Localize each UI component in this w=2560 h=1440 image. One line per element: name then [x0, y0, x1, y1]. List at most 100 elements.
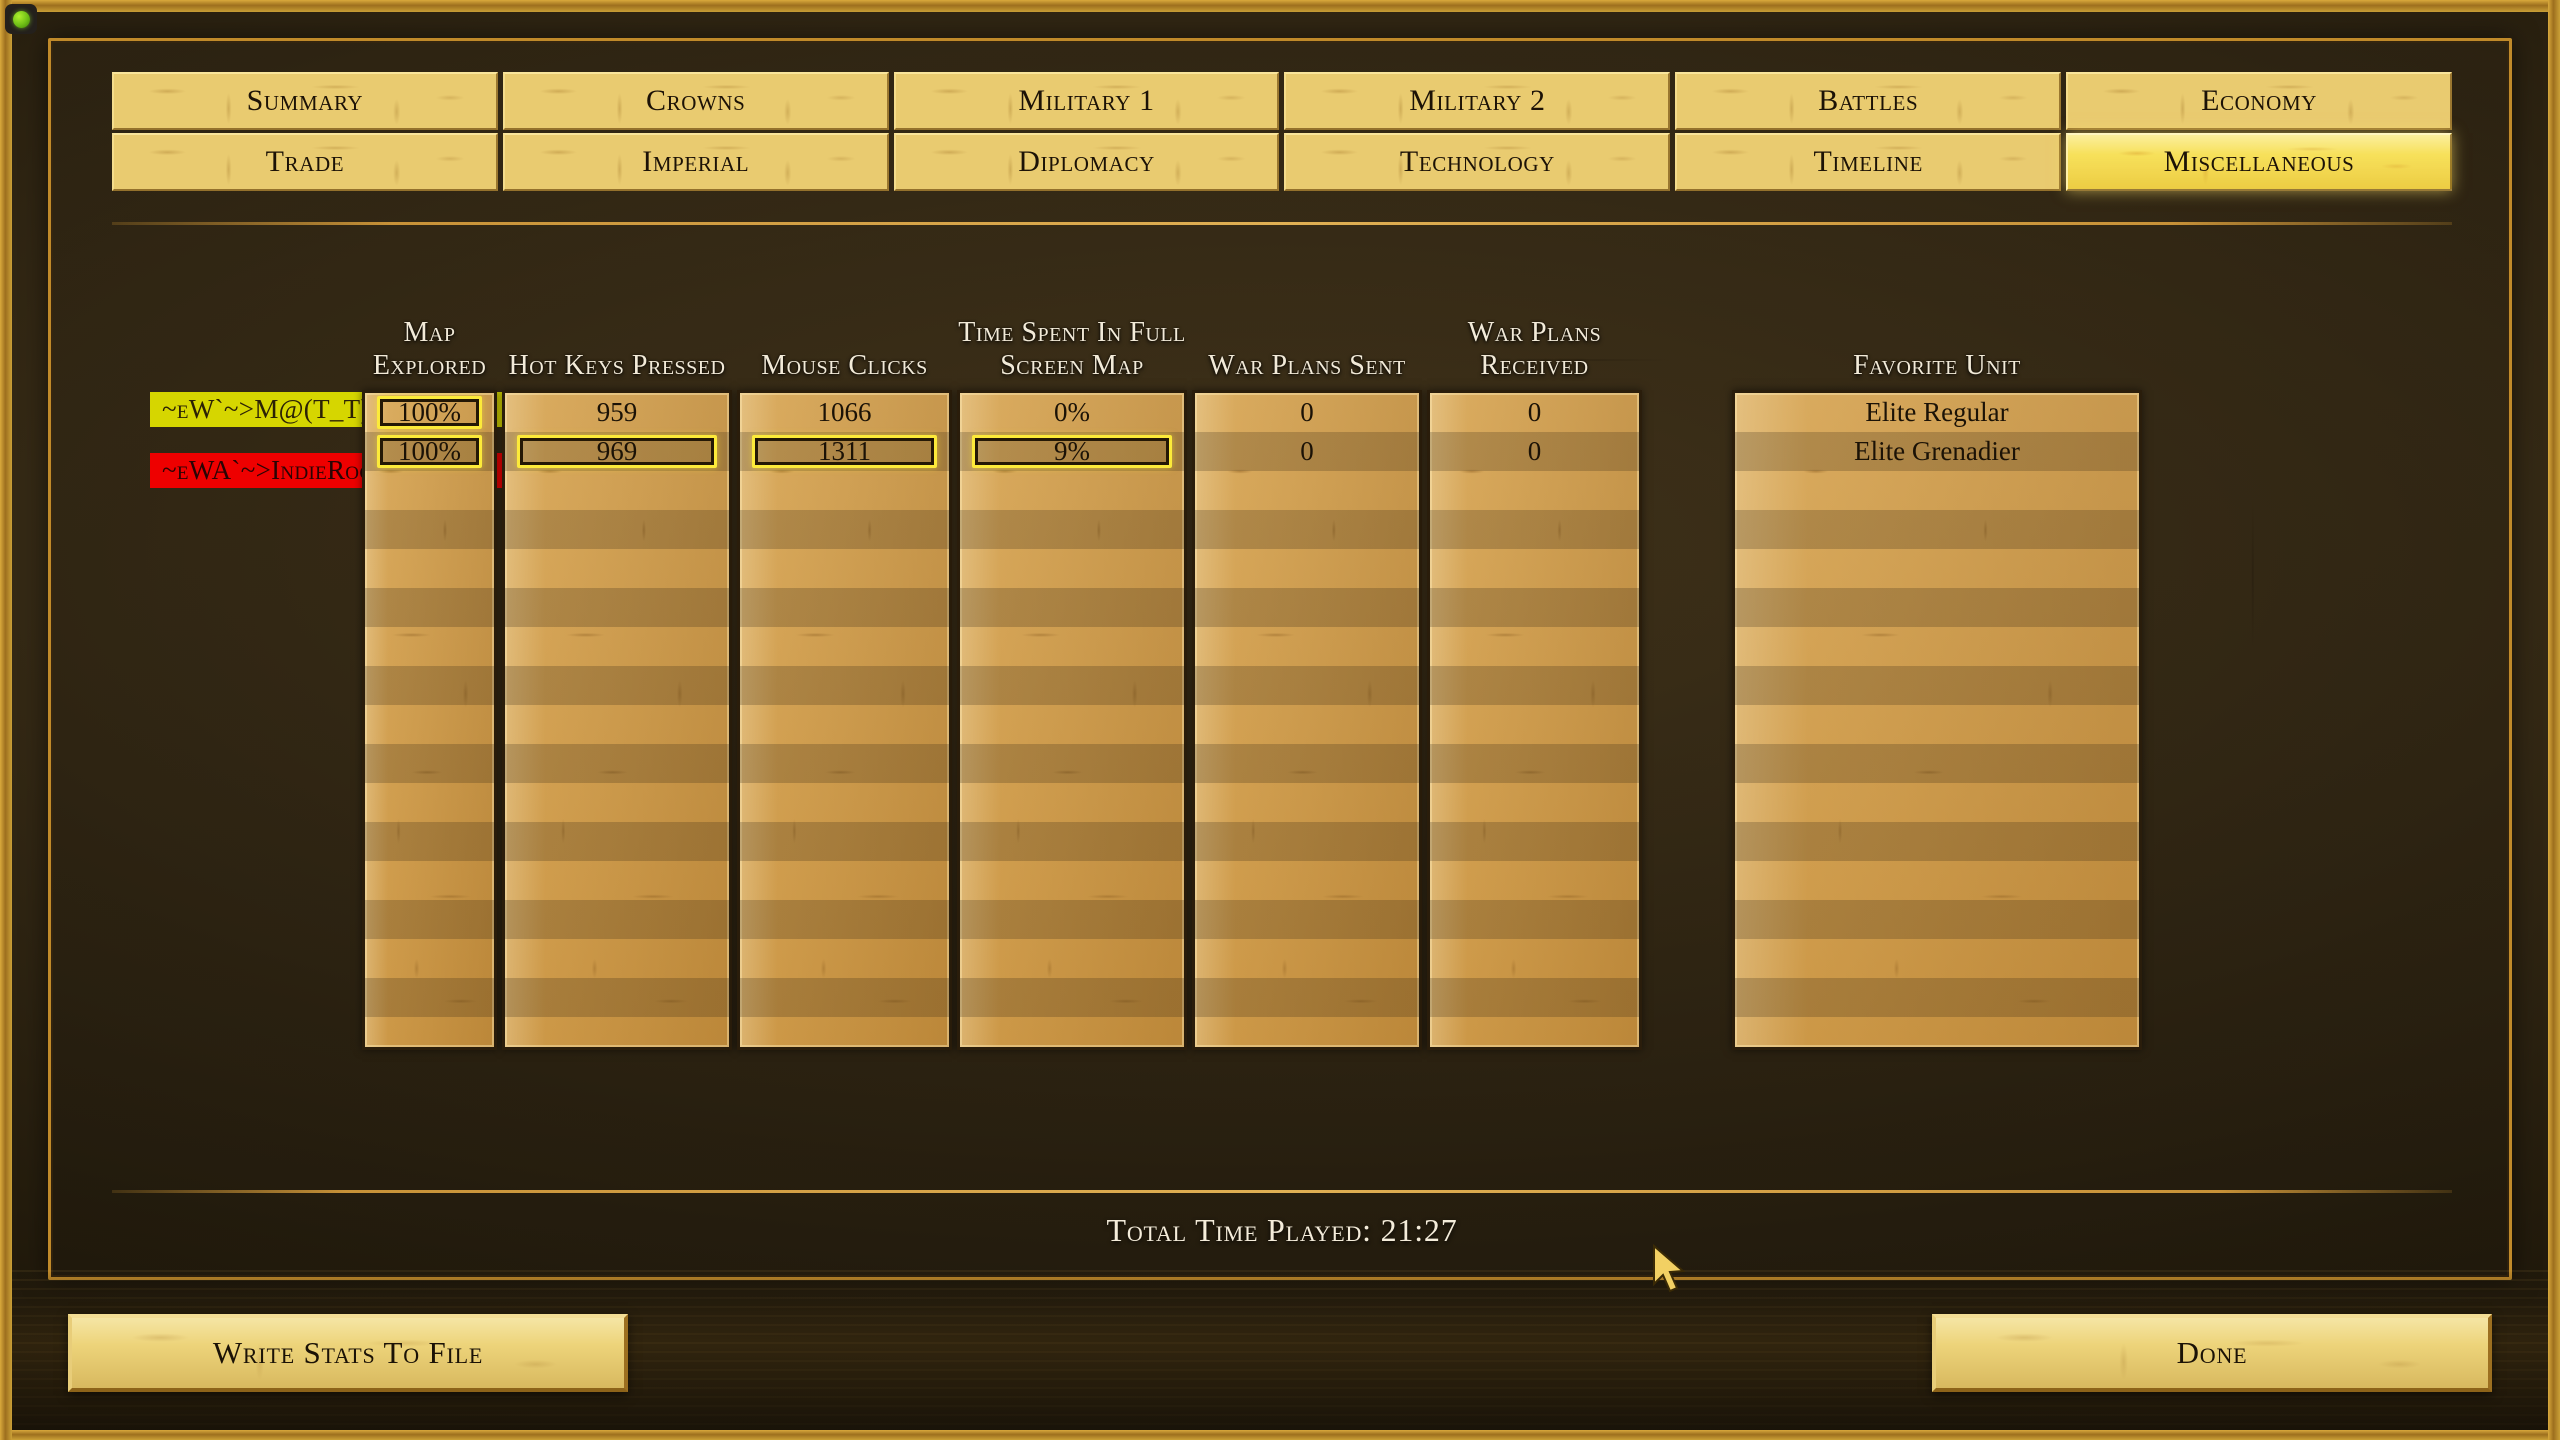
stat-cell: Elite Regular: [1735, 393, 2139, 432]
stat-value: 0%: [1054, 397, 1090, 427]
stat-value: 100%: [398, 436, 461, 466]
column-header-line: Favorite Unit: [1853, 349, 2021, 381]
tab-label: Technology: [1399, 145, 1555, 178]
row-stripes: [365, 393, 494, 1047]
tab-label: Imperial: [642, 145, 750, 178]
column-header-time-spent-in-full-screen-map: Time Spent In Full Screen Map: [957, 317, 1187, 382]
column-header-line: Screen Map: [1000, 349, 1144, 381]
stat-value: 0: [1527, 436, 1542, 466]
stat-value: 1311: [818, 436, 871, 466]
stat-value: Elite Regular: [1865, 397, 2009, 427]
column-header-line: Mouse Clicks: [761, 349, 928, 381]
footer-divider: [112, 1190, 2452, 1193]
tab-military-1[interactable]: Military 1: [893, 72, 1280, 130]
write-stats-label: Write Stats To File: [212, 1335, 484, 1370]
row-stripes: [1430, 393, 1639, 1047]
parchment-texture: [740, 393, 949, 1047]
status-indicator-chip[interactable]: [5, 4, 37, 34]
done-label: Done: [2176, 1335, 2248, 1370]
stat-value: 0: [1527, 397, 1542, 427]
tab-crowns[interactable]: Crowns: [502, 72, 889, 130]
tab-label: Military 2: [1409, 84, 1546, 117]
tab-label: Trade: [265, 145, 345, 178]
tab-label: Economy: [2201, 84, 2317, 117]
tab-row-secondary: Trade Imperial Diplomacy Technology Timeline…: [112, 133, 2452, 191]
column-header-war-plans-sent: War Plans Sent: [1192, 350, 1422, 382]
tab-label: Crowns: [646, 84, 746, 117]
stat-cell: 0: [1195, 393, 1419, 432]
stats-column-hot-keys-pressed: 959 969: [502, 390, 732, 1050]
tab-military-2[interactable]: Military 2: [1284, 72, 1671, 130]
stats-column-favorite-unit: Elite Regular Elite Grenadier: [1732, 390, 2142, 1050]
stats-column-war-plans-received: 00: [1427, 390, 1642, 1050]
tab-label: Miscellaneous: [2163, 145, 2355, 178]
stats-column-war-plans-sent: 00: [1192, 390, 1422, 1050]
column-header-favorite-unit: Favorite Unit: [1732, 350, 2142, 382]
stat-cell: 1066: [740, 393, 949, 432]
tab-technology[interactable]: Technology: [1284, 133, 1671, 191]
stat-cell: 959: [505, 393, 729, 432]
stat-cell: 100%: [365, 393, 494, 432]
column-header-hot-keys-pressed: Hot Keys Pressed: [502, 350, 732, 382]
tab-label: Battles: [1818, 84, 1919, 117]
stats-column-map-explored: 100% 100%: [362, 390, 497, 1050]
column-header-map-explored: Map Explored: [362, 317, 497, 382]
row-stripes: [1735, 393, 2139, 1047]
tab-label: Military 1: [1018, 84, 1155, 117]
column-header-line: Map Explored: [372, 317, 487, 381]
tab-battles[interactable]: Battles: [1675, 72, 2062, 130]
parchment-texture: [365, 393, 494, 1047]
tab-miscellaneous[interactable]: Miscellaneous: [2066, 133, 2452, 191]
stat-cell: 969: [505, 432, 729, 471]
stat-cell: Elite Grenadier: [1735, 432, 2139, 471]
parchment-texture: [505, 393, 729, 1047]
done-button[interactable]: Done: [1932, 1314, 2492, 1392]
stat-value: 969: [596, 436, 638, 466]
stat-value: 0: [1300, 436, 1314, 466]
column-header-line: Time Spent In Full: [958, 317, 1186, 349]
stat-value: Elite Grenadier: [1854, 436, 2020, 466]
tab-row-primary: Summary Crowns Military 1 Military 2 Battles…: [112, 72, 2452, 130]
column-header-line: War Plans Sent: [1208, 349, 1406, 381]
column-header-war-plans-received: War Plans Received: [1427, 317, 1642, 382]
tab-label: Summary: [246, 84, 364, 117]
parchment-texture: [960, 393, 1184, 1047]
tab-economy[interactable]: Economy: [2066, 72, 2452, 130]
parchment-texture: [1430, 393, 1639, 1047]
stat-cell: 0: [1430, 393, 1639, 432]
column-header-line: Hot Keys Pressed: [508, 349, 726, 381]
frame-edge-bottom: [0, 1430, 2560, 1440]
write-stats-to-file-button[interactable]: Write Stats To File: [68, 1314, 628, 1392]
stat-value: 1066: [817, 397, 872, 427]
stats-column-mouse-clicks: 1066 1311: [737, 390, 952, 1050]
stat-cell: 100%: [365, 432, 494, 471]
stat-cell: 9%: [960, 432, 1184, 471]
stat-cell: 1311: [740, 432, 949, 471]
tab-bar: Summary Crowns Military 1 Military 2 Battles…: [112, 72, 2452, 194]
tab-label: Diplomacy: [1018, 145, 1155, 178]
stat-value: 100%: [398, 397, 461, 427]
row-stripes: [505, 393, 729, 1047]
tab-diplomacy[interactable]: Diplomacy: [893, 133, 1280, 191]
tab-label: Timeline: [1813, 145, 1923, 178]
column-header-mouse-clicks: Mouse Clicks: [737, 350, 952, 382]
green-dot-icon: [12, 10, 30, 28]
column-header-line: War Plans: [1467, 317, 1602, 349]
stat-value: 959: [596, 397, 638, 427]
row-stripes: [740, 393, 949, 1047]
stats-grid: 100% 100% 959 969 1066 1311 0% 9% 0 0 0 0 Elite Regu…: [112, 390, 2452, 1050]
tab-divider: [112, 222, 2452, 225]
stat-cell: 0: [1430, 432, 1639, 471]
tab-summary[interactable]: Summary: [112, 72, 498, 130]
tab-timeline[interactable]: Timeline: [1675, 133, 2062, 191]
stat-cell: 0: [1195, 432, 1419, 471]
frame-edge-left: [0, 0, 12, 1440]
row-stripes: [1195, 393, 1419, 1047]
tab-trade[interactable]: Trade: [112, 133, 498, 191]
frame-edge-right: [2548, 0, 2560, 1440]
stats-screen: Summary Crowns Military 1 Military 2 Battles…: [0, 0, 2560, 1440]
frame-edge-top: [0, 0, 2560, 12]
stats-content: Map Explored Hot Keys Pressed Mouse Clicks…: [112, 240, 2452, 1200]
stat-value: 9%: [1054, 436, 1090, 466]
tab-imperial[interactable]: Imperial: [502, 133, 889, 191]
